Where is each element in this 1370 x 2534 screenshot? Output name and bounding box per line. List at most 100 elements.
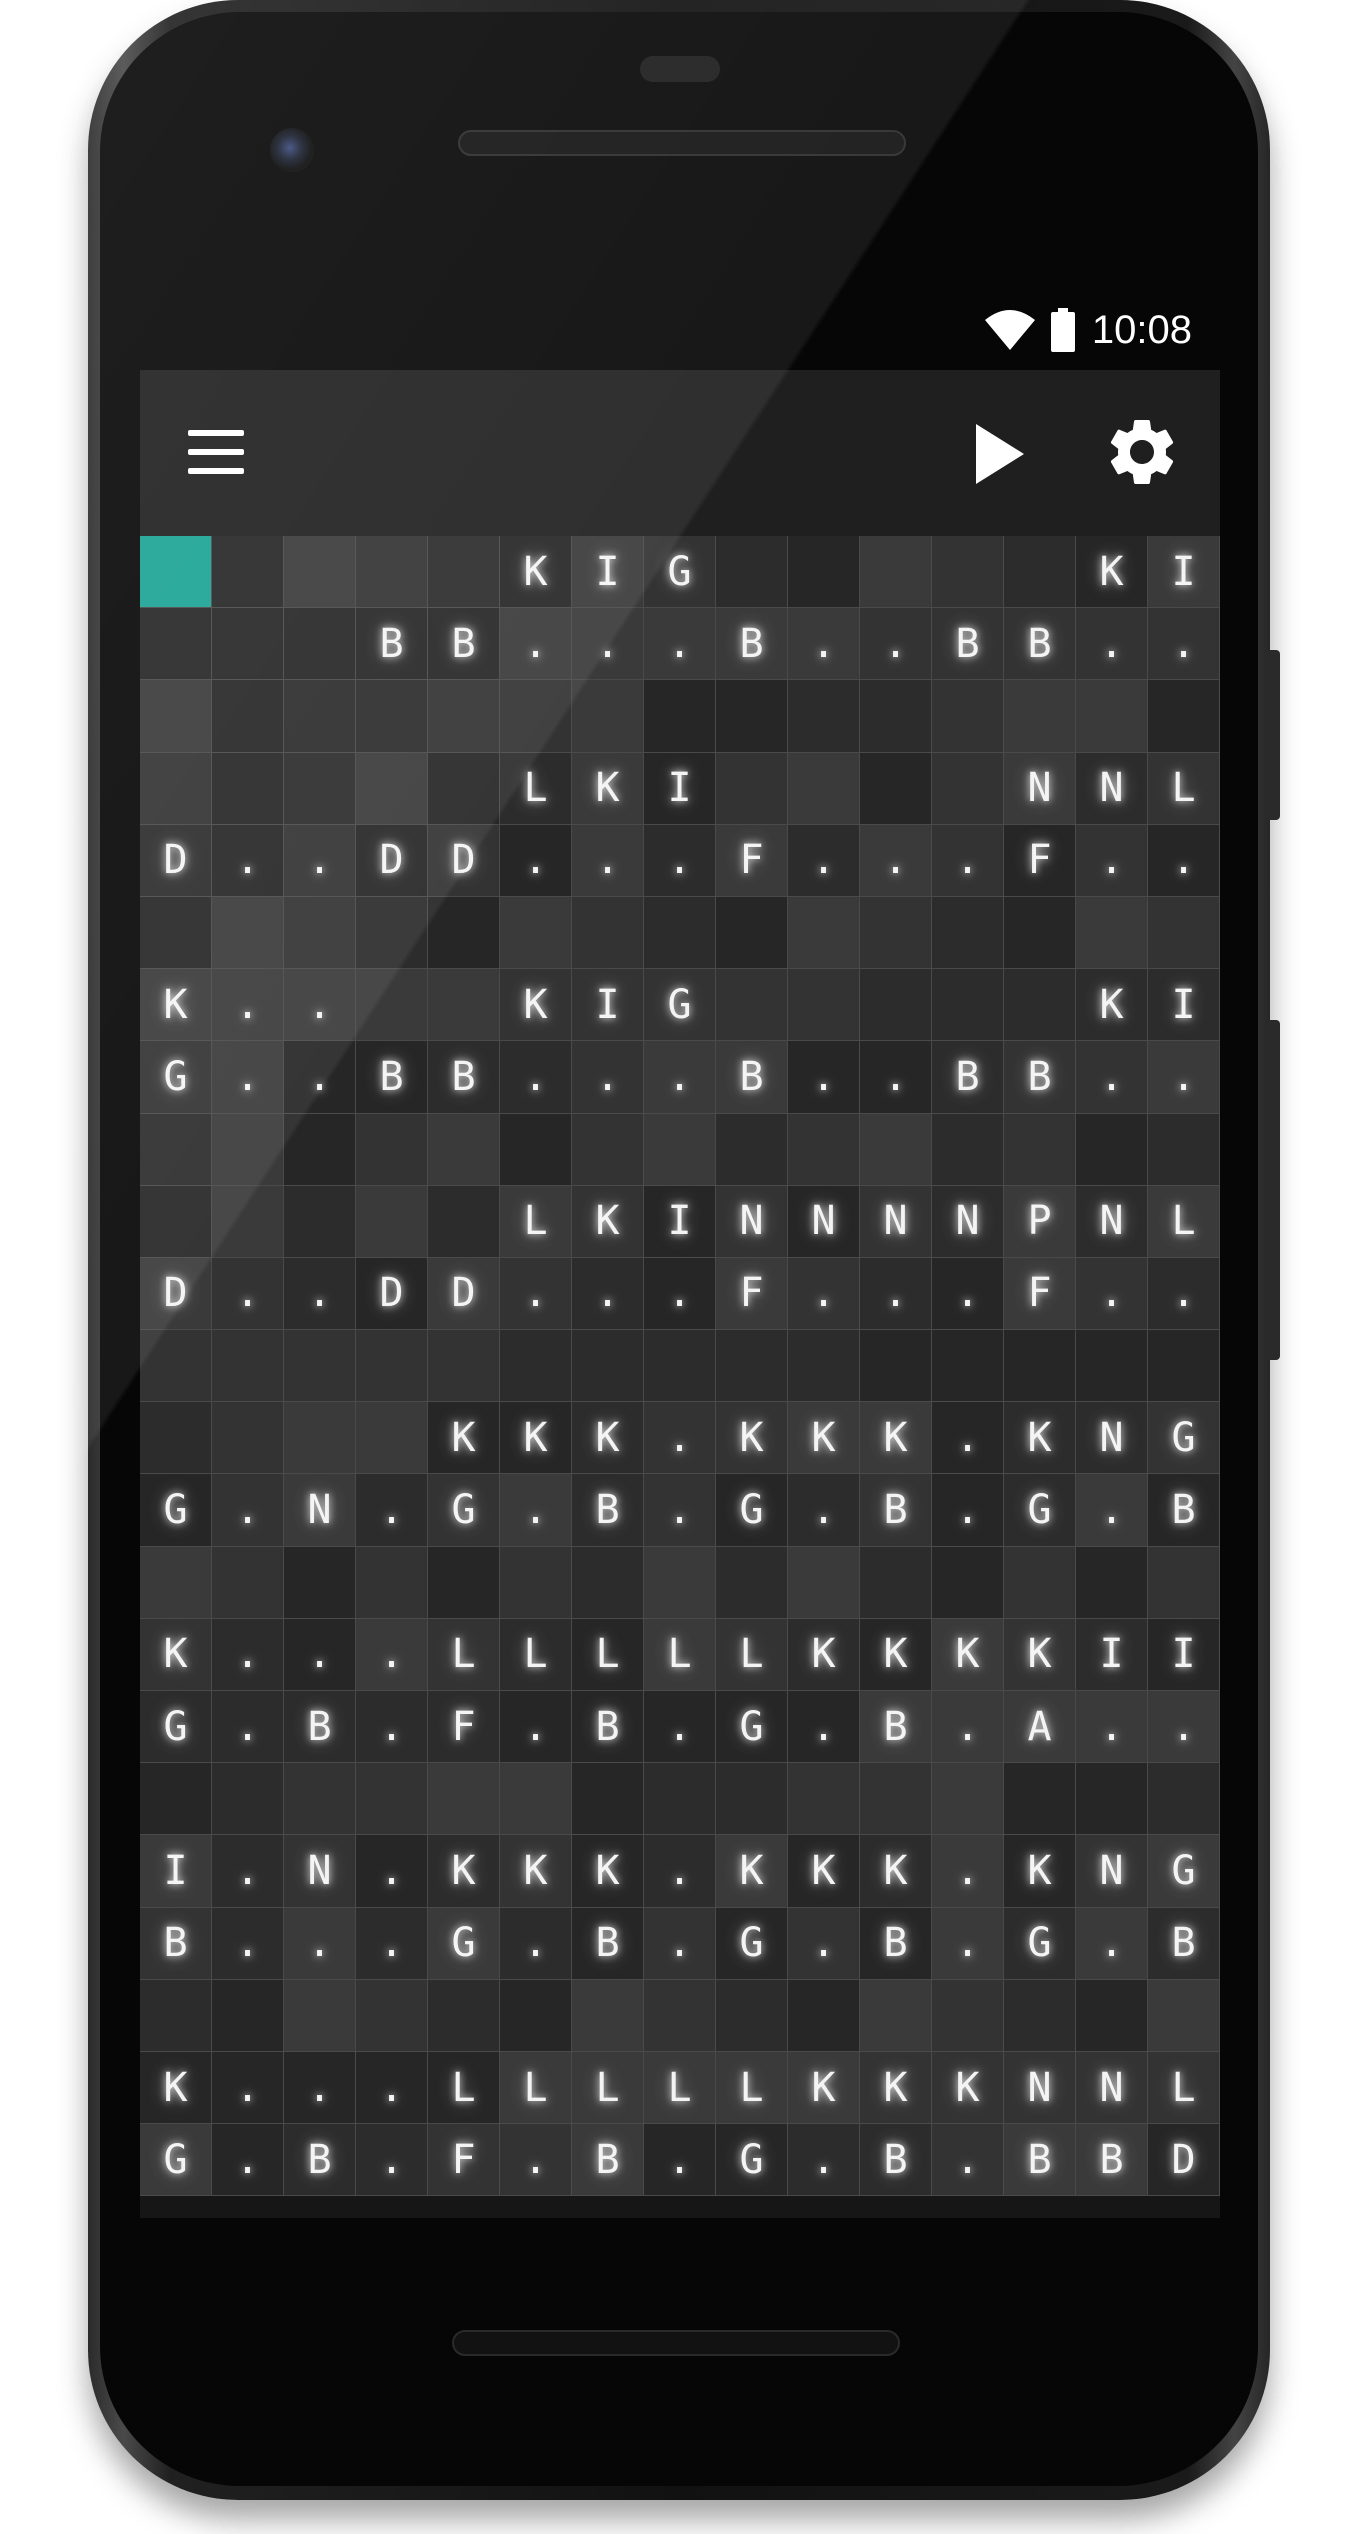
- grid-cell[interactable]: I: [1076, 1618, 1148, 1691]
- grid-cell[interactable]: K: [788, 2051, 860, 2125]
- grid-cell[interactable]: [500, 1979, 572, 2052]
- grid-cell[interactable]: G: [716, 1474, 788, 1547]
- grid-cell[interactable]: [356, 969, 428, 1042]
- grid-cell[interactable]: [1004, 969, 1076, 1042]
- grid-cell[interactable]: [212, 752, 284, 825]
- grid-cell[interactable]: [212, 896, 284, 970]
- cursor-cell[interactable]: [140, 536, 212, 609]
- grid-cell[interactable]: K: [860, 1618, 932, 1691]
- grid-cell[interactable]: [356, 1185, 428, 1258]
- grid-cell[interactable]: [572, 1763, 644, 1836]
- grid-cell[interactable]: G: [140, 1691, 212, 1764]
- grid-cell[interactable]: .: [788, 1907, 860, 1980]
- grid-cell[interactable]: K: [500, 969, 572, 1042]
- grid-cell[interactable]: K: [572, 1185, 644, 1258]
- grid-cell[interactable]: [428, 1763, 500, 1836]
- grid-cell[interactable]: [284, 680, 356, 753]
- grid-cell[interactable]: .: [644, 1474, 716, 1547]
- grid-cell[interactable]: .: [212, 1618, 284, 1691]
- grid-cell[interactable]: .: [284, 969, 356, 1042]
- grid-cell[interactable]: F: [716, 1257, 788, 1331]
- grid-cell[interactable]: [716, 1763, 788, 1836]
- grid-cell[interactable]: B: [572, 1691, 644, 1764]
- grid-cell[interactable]: L: [1148, 752, 1220, 825]
- grid-cell[interactable]: K: [932, 1618, 1004, 1691]
- grid-cell[interactable]: [212, 680, 284, 753]
- grid-cell[interactable]: [284, 1546, 356, 1619]
- grid-cell[interactable]: L: [644, 1618, 716, 1691]
- grid-cell[interactable]: .: [356, 1618, 428, 1691]
- grid-cell[interactable]: G: [716, 2124, 788, 2197]
- grid-cell[interactable]: B: [1148, 1474, 1220, 1547]
- grid-cell[interactable]: B: [284, 1691, 356, 1764]
- grid-cell[interactable]: [1148, 1546, 1220, 1619]
- grid-cell[interactable]: [500, 896, 572, 970]
- grid-cell[interactable]: .: [932, 1402, 1004, 1475]
- grid-cell[interactable]: [284, 1402, 356, 1475]
- grid-cell[interactable]: [428, 896, 500, 970]
- grid-cell[interactable]: [788, 680, 860, 753]
- grid-cell[interactable]: K: [572, 1835, 644, 1908]
- grid-cell[interactable]: [1004, 1330, 1076, 1403]
- grid-cell[interactable]: K: [860, 1835, 932, 1908]
- grid-cell[interactable]: [500, 1763, 572, 1836]
- grid-cell[interactable]: .: [500, 1257, 572, 1331]
- grid-cell[interactable]: .: [932, 1474, 1004, 1547]
- grid-cell[interactable]: [140, 1979, 212, 2052]
- grid-cell[interactable]: [284, 1330, 356, 1403]
- grid-cell[interactable]: .: [284, 1907, 356, 1980]
- grid-cell[interactable]: [356, 536, 428, 609]
- grid-cell[interactable]: B: [716, 608, 788, 681]
- grid-cell[interactable]: D: [140, 824, 212, 897]
- grid-cell[interactable]: [644, 1979, 716, 2052]
- grid-cell[interactable]: [212, 1546, 284, 1619]
- grid-cell[interactable]: [1004, 1763, 1076, 1836]
- settings-button[interactable]: [1102, 412, 1182, 492]
- grid-cell[interactable]: [356, 1330, 428, 1403]
- grid-cell[interactable]: B: [428, 608, 500, 681]
- grid-cell[interactable]: [716, 1330, 788, 1403]
- grid-cell[interactable]: .: [860, 1041, 932, 1114]
- grid-cell[interactable]: [140, 752, 212, 825]
- grid-cell[interactable]: K: [1004, 1618, 1076, 1691]
- grid-cell[interactable]: .: [1076, 608, 1148, 681]
- grid-cell[interactable]: .: [1148, 1041, 1220, 1114]
- grid-cell[interactable]: [932, 680, 1004, 753]
- grid-cell[interactable]: .: [932, 1907, 1004, 1980]
- grid-cell[interactable]: [860, 752, 932, 825]
- grid-cell[interactable]: .: [212, 2051, 284, 2125]
- grid-cell[interactable]: [1004, 680, 1076, 753]
- grid-cell[interactable]: [788, 1113, 860, 1186]
- grid-cell[interactable]: B: [860, 1691, 932, 1764]
- grid-cell[interactable]: I: [1148, 969, 1220, 1042]
- grid-cell[interactable]: .: [500, 1041, 572, 1114]
- grid-cell[interactable]: [284, 1763, 356, 1836]
- grid-cell[interactable]: [788, 1546, 860, 1619]
- grid-cell[interactable]: [932, 1330, 1004, 1403]
- grid-cell[interactable]: [572, 1979, 644, 2052]
- grid-cell[interactable]: .: [932, 2124, 1004, 2197]
- grid-cell[interactable]: D: [356, 1257, 428, 1331]
- grid-cell[interactable]: I: [572, 969, 644, 1042]
- grid-cell[interactable]: K: [1076, 536, 1148, 609]
- grid-cell[interactable]: B: [932, 608, 1004, 681]
- grid-cell[interactable]: [428, 1185, 500, 1258]
- grid-cell[interactable]: N: [1076, 1835, 1148, 1908]
- grid-cell[interactable]: .: [644, 2124, 716, 2197]
- grid-cell[interactable]: [140, 680, 212, 753]
- grid-cell[interactable]: [644, 1546, 716, 1619]
- grid-cell[interactable]: .: [572, 824, 644, 897]
- grid-cell[interactable]: .: [788, 1691, 860, 1764]
- grid-cell[interactable]: B: [356, 1041, 428, 1114]
- grid-cell[interactable]: N: [860, 1185, 932, 1258]
- grid-cell[interactable]: [788, 536, 860, 609]
- grid-cell[interactable]: [644, 680, 716, 753]
- grid-cell[interactable]: .: [212, 1257, 284, 1331]
- grid-cell[interactable]: .: [644, 1691, 716, 1764]
- grid-cell[interactable]: L: [500, 1185, 572, 1258]
- grid-cell[interactable]: B: [284, 2124, 356, 2197]
- grid-cell[interactable]: B: [716, 1041, 788, 1114]
- grid-cell[interactable]: .: [1076, 1907, 1148, 1980]
- grid-cell[interactable]: [1004, 1546, 1076, 1619]
- grid-cell[interactable]: [644, 1330, 716, 1403]
